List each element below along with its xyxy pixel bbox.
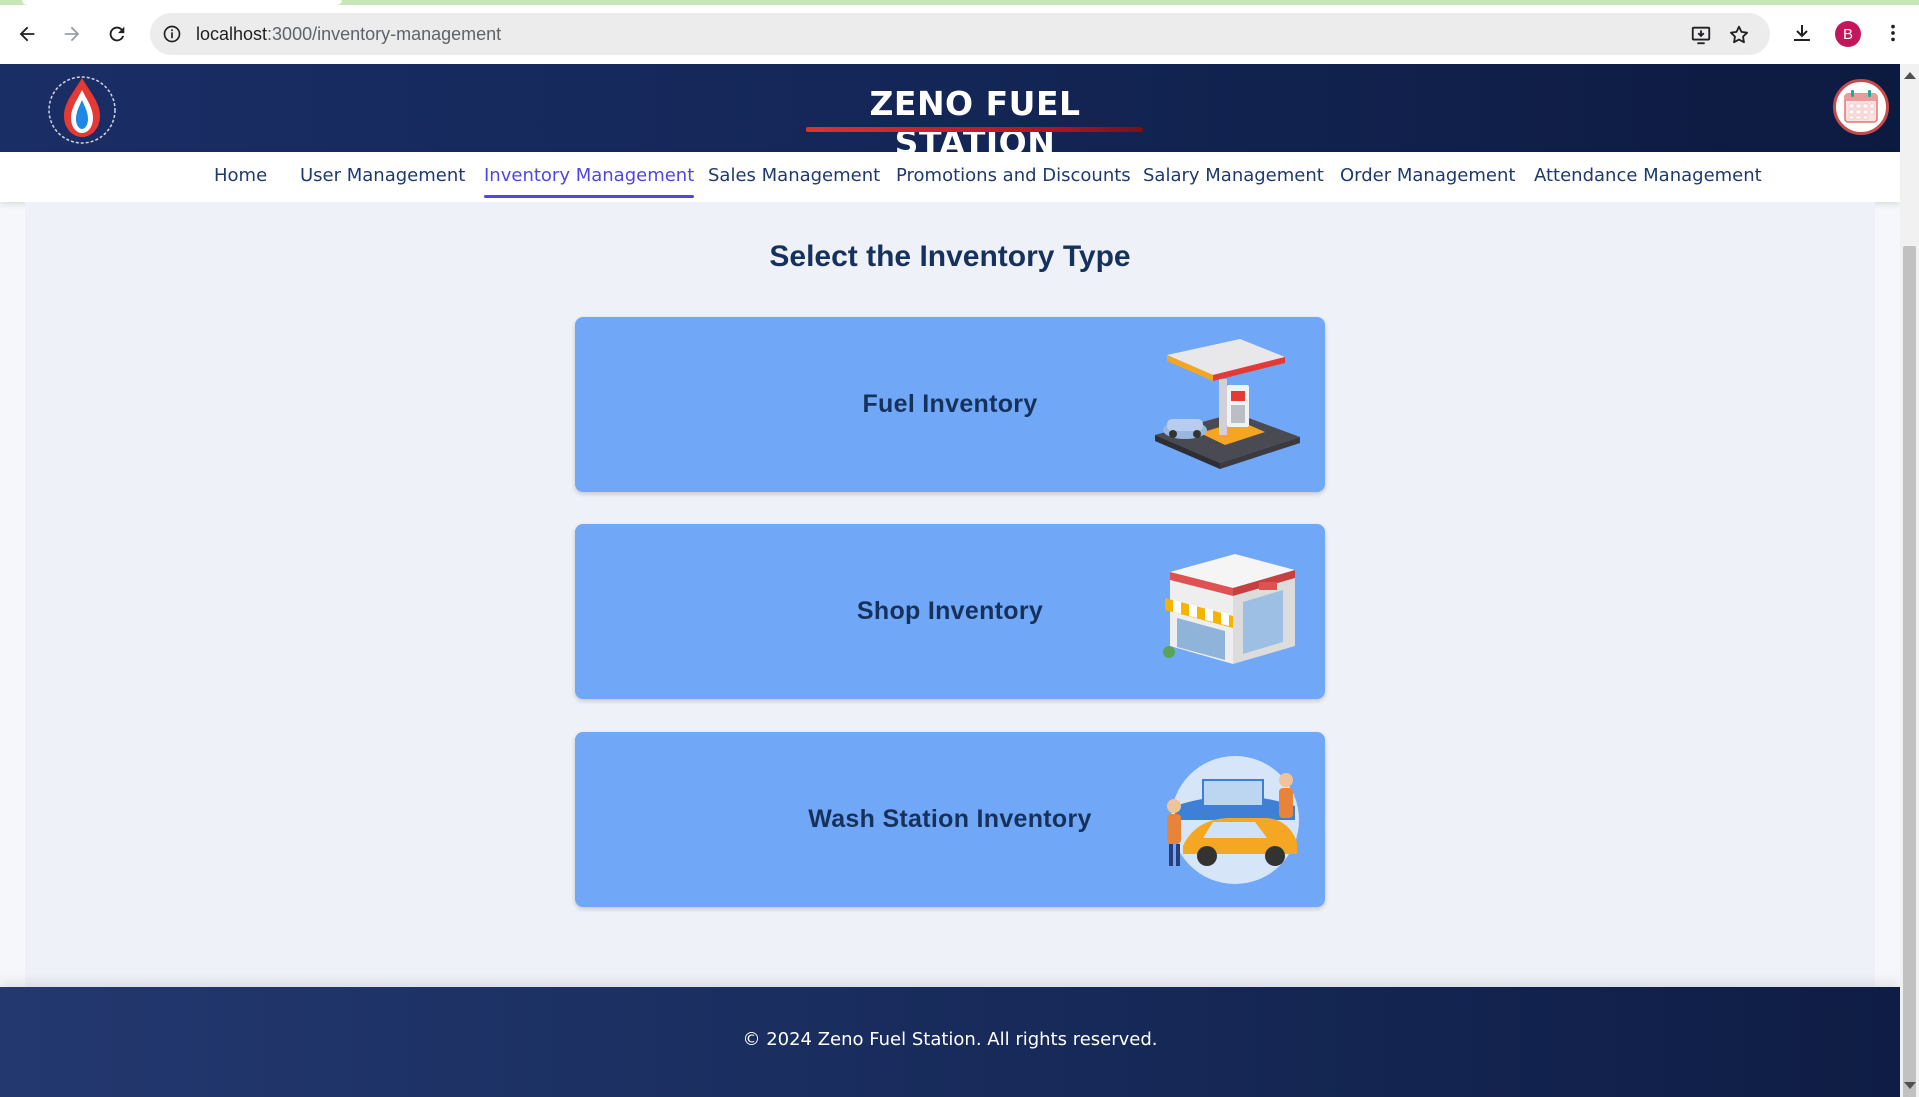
gas-station-illustration xyxy=(1145,335,1305,475)
scroll-up-arrow-icon[interactable] xyxy=(1904,72,1916,79)
install-app-icon[interactable] xyxy=(1688,22,1714,48)
calendar-icon xyxy=(1844,90,1878,123)
app-header: ZENO FUEL STATION xyxy=(0,64,1900,162)
brand-underline xyxy=(806,127,1143,132)
nav-home[interactable]: Home xyxy=(214,165,267,186)
nav-promotions-and-discounts[interactable]: Promotions and Discounts xyxy=(896,165,1131,186)
url-host: localhost xyxy=(196,24,268,44)
address-bar[interactable]: localhost:3000/inventory-management xyxy=(150,13,1770,55)
shop-inventory-card[interactable]: Shop Inventory xyxy=(575,524,1325,699)
bookmark-star-icon[interactable] xyxy=(1726,22,1752,48)
fuel-inventory-card[interactable]: Fuel Inventory xyxy=(575,317,1325,492)
reload-icon xyxy=(109,26,125,42)
nav-sales-management[interactable]: Sales Management xyxy=(708,165,880,186)
reload-button[interactable] xyxy=(99,16,135,52)
nav-user-management[interactable]: User Management xyxy=(300,165,465,186)
page-title: Select the Inventory Type xyxy=(769,240,1131,273)
browser-toolbar: localhost:3000/inventory-management B xyxy=(0,0,1919,64)
nav-salary-management[interactable]: Salary Management xyxy=(1143,165,1324,186)
url-text: localhost:3000/inventory-management xyxy=(196,24,501,45)
scroll-down-arrow-icon[interactable] xyxy=(1904,1082,1916,1089)
nav-inventory-management[interactable]: Inventory Management xyxy=(484,165,695,198)
nav-order-management[interactable]: Order Management xyxy=(1340,165,1515,186)
nav-attendance-management[interactable]: Attendance Management xyxy=(1534,165,1762,186)
brand-title: ZENO FUEL STATION xyxy=(869,84,1081,162)
url-path: :3000/inventory-management xyxy=(267,24,502,44)
footer: © 2024 Zeno Fuel Station. All rights res… xyxy=(0,987,1900,1097)
browser-menu-icon[interactable] xyxy=(1878,18,1908,48)
site-info-icon[interactable] xyxy=(160,22,184,46)
car-wash-illustration xyxy=(1155,750,1315,890)
vertical-scrollbar[interactable] xyxy=(1900,64,1919,1097)
copyright-text: © 2024 Zeno Fuel Station. All rights res… xyxy=(742,1029,1158,1050)
shop-illustration xyxy=(1155,542,1315,682)
page-viewport: ZENO FUEL STATION Home User Management I… xyxy=(0,64,1900,1097)
tab-strip-accent xyxy=(0,0,1919,5)
profile-avatar[interactable]: B xyxy=(1835,21,1861,47)
wash-station-inventory-card[interactable]: Wash Station Inventory xyxy=(575,732,1325,907)
back-arrow-icon xyxy=(19,26,35,42)
forward-button[interactable] xyxy=(54,16,90,52)
main-nav: Home User Management Inventory Managemen… xyxy=(0,152,1900,202)
downloads-icon[interactable] xyxy=(1787,18,1817,48)
calendar-button[interactable] xyxy=(1833,79,1889,135)
flame-drop-logo[interactable] xyxy=(44,70,120,146)
scrollbar-thumb[interactable] xyxy=(1903,246,1916,1097)
forward-arrow-icon xyxy=(64,26,80,42)
back-button[interactable] xyxy=(9,16,45,52)
